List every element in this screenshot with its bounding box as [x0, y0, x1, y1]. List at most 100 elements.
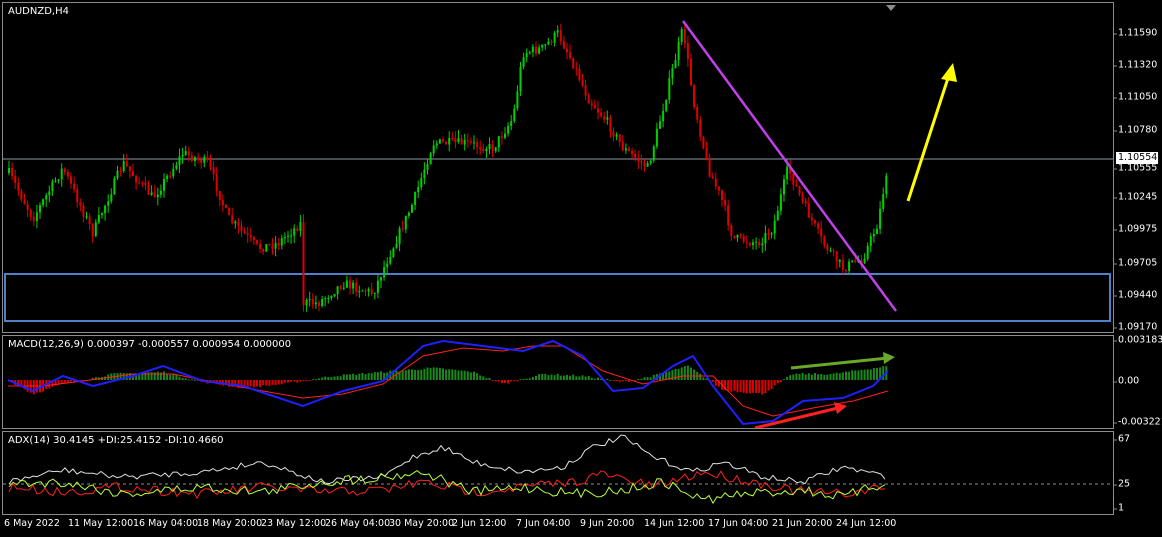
candle-body: [708, 157, 711, 177]
macd-histogram-bar: [187, 379, 190, 381]
macd-histogram-bar: [758, 380, 761, 393]
candle-body: [132, 170, 134, 177]
macd-histogram-bar: [590, 377, 593, 380]
candle-body: [119, 170, 122, 172]
macd-histogram-bar: [259, 380, 262, 388]
candle-body: [144, 182, 147, 185]
bullish-arrow-head: [941, 63, 957, 82]
candle-body: [445, 141, 448, 145]
candle-body: [674, 60, 677, 69]
candle-body: [721, 190, 723, 201]
macd-histogram-bar: [318, 378, 320, 380]
macd-histogram-bar: [677, 369, 680, 380]
descending-trendline: [681, 20, 898, 312]
candle-body: [476, 142, 479, 148]
macd-histogram-bar: [559, 375, 562, 380]
candle-body: [677, 41, 680, 61]
candle-body: [696, 107, 699, 120]
candle-body: [863, 258, 866, 263]
macd-histogram-bar: [401, 370, 404, 380]
candle-body: [414, 192, 417, 206]
candle-body: [628, 148, 630, 151]
macd-histogram-bar: [429, 367, 432, 380]
candle-body: [451, 138, 454, 140]
macd-histogram-bar: [817, 374, 820, 380]
candle-body: [259, 243, 262, 249]
macd-tick: -0.003221: [1113, 417, 1162, 428]
candle-body: [547, 41, 550, 45]
candle-body: [786, 166, 789, 180]
macd-histogram-bar: [305, 380, 308, 381]
macd-histogram-bar: [814, 373, 816, 380]
macd-histogram-bar: [358, 373, 361, 380]
macd-histogram-bar: [742, 380, 745, 393]
candle-body: [742, 235, 745, 242]
candle-body: [755, 241, 758, 243]
candle-body: [54, 180, 57, 182]
candle-body: [262, 248, 265, 252]
adx-panel[interactable]: ADX(14) 30.4145 +DI:25.4152 -DI:10.4660: [2, 431, 1114, 515]
time-tick: 14 Jun 12:00: [644, 518, 705, 529]
macd-histogram-bar: [287, 380, 289, 383]
macd-histogram-bar: [516, 380, 519, 382]
macd-histogram-bar: [547, 375, 550, 380]
candle-body: [383, 267, 386, 278]
macd-histogram-bar: [550, 374, 553, 380]
price-chart-panel[interactable]: AUDNZD,H4: [2, 2, 1114, 333]
macd-histogram-bar: [606, 378, 609, 380]
macd-histogram-bar: [823, 374, 826, 380]
macd-histogram-bar: [674, 368, 677, 380]
candle-body: [652, 146, 655, 161]
macd-histogram-bar: [457, 370, 460, 380]
price-tick: 1.10555: [1112, 162, 1158, 174]
candle-body: [225, 204, 227, 208]
candle-body: [442, 139, 444, 142]
candle-body: [634, 153, 637, 158]
macd-histogram-bar: [460, 370, 463, 380]
candle-body: [872, 233, 875, 237]
macd-histogram-bar: [321, 377, 324, 380]
candle-body: [826, 245, 829, 251]
time-tick: 16 May 04:00: [133, 518, 199, 529]
macd-histogram-bar: [866, 369, 869, 380]
candle-body: [845, 269, 847, 271]
macd-histogram-bar: [739, 380, 742, 392]
candlestick-chart: [3, 5, 1113, 322]
candle-body: [624, 148, 627, 151]
macd-histogram-bar: [314, 379, 317, 381]
candle-body: [342, 287, 345, 289]
candle-body: [584, 85, 587, 96]
candle-body: [835, 251, 838, 262]
candle-body: [333, 294, 336, 297]
macd-histogram-bar: [376, 372, 379, 380]
macd-histogram-bar: [184, 378, 187, 380]
macd-histogram-bar: [423, 368, 426, 380]
candle-body: [504, 133, 506, 138]
macd-histogram-bar: [786, 376, 789, 380]
macd-histogram-bar: [872, 368, 875, 380]
macd-histogram-bar: [277, 380, 280, 385]
macd-histogram-bar: [612, 380, 615, 381]
candle-body: [820, 228, 823, 237]
macd-histogram-bar: [342, 374, 345, 380]
candle-body: [376, 280, 379, 293]
candle-body: [29, 209, 32, 217]
candle-body: [562, 41, 565, 49]
macd-histogram-bar: [166, 373, 169, 380]
candle-body: [17, 182, 20, 191]
macd-divergence-arrow-green: [883, 352, 895, 364]
candle-body: [606, 117, 609, 120]
macd-histogram-bar: [789, 375, 792, 380]
macd-histogram-bar: [761, 380, 764, 395]
candle-body: [311, 299, 314, 305]
macd-panel[interactable]: MACD(12,26,9) 0.000397 -0.000557 0.00095…: [2, 335, 1114, 429]
adx-tick: 1: [1112, 502, 1125, 514]
macd-histogram-bar: [575, 376, 578, 380]
price-tick: 1.10245: [1112, 191, 1158, 203]
macd-histogram-bar: [169, 374, 172, 380]
candle-body: [699, 119, 702, 137]
macd-histogram-bar: [70, 380, 72, 382]
macd-histogram-bar: [845, 371, 847, 380]
macd-histogram-bar: [373, 372, 376, 380]
candle-body: [147, 184, 150, 195]
